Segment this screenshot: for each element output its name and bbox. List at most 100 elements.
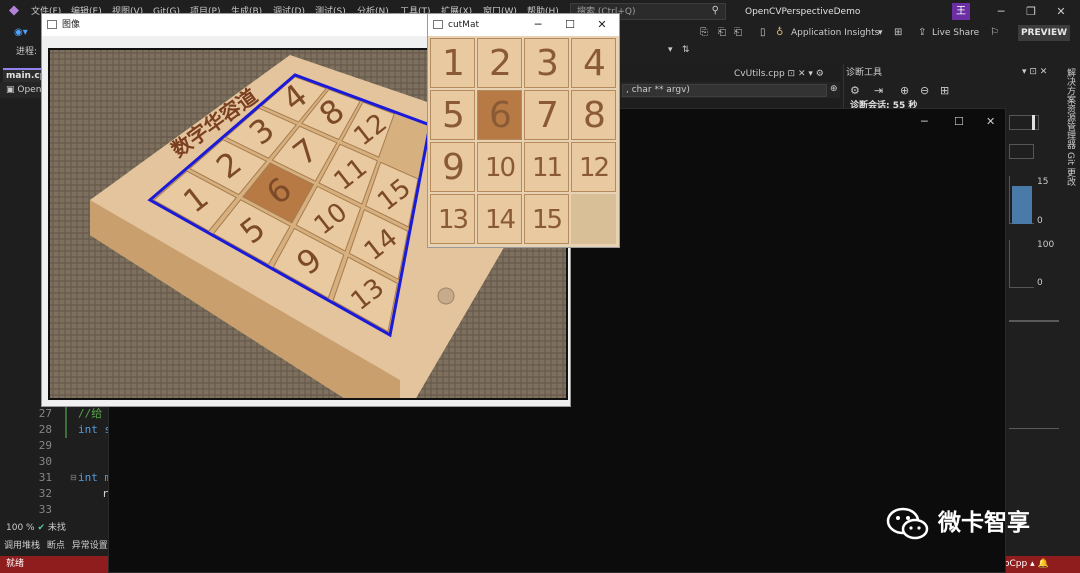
- watermark-text: 微卡智享: [938, 510, 1030, 536]
- settings-icon[interactable]: ⚙: [850, 84, 860, 97]
- tab-dropdown-icon[interactable]: ▾: [808, 69, 813, 79]
- split-icon[interactable]: ⊕: [830, 84, 838, 94]
- close-icon[interactable]: ✕: [986, 115, 995, 128]
- cutmat-tile: 5: [430, 90, 475, 140]
- restore-icon[interactable]: ❐: [1020, 3, 1042, 20]
- maximize-icon[interactable]: ☐: [558, 17, 582, 33]
- live-share-button[interactable]: Live Share: [932, 26, 979, 40]
- feedback-icon[interactable]: ⚐: [990, 26, 999, 40]
- solution-name: OpenCVPerspectiveDemo: [745, 7, 861, 17]
- line-number: 31: [38, 471, 52, 484]
- code-line: //给: [78, 407, 103, 420]
- tab-cvutils-cpp[interactable]: CvUtils.cpp ⊡ ✕ ▾ ⚙: [734, 68, 838, 82]
- editor-status: 100 % ✔ 未找: [0, 520, 110, 536]
- maximize-icon[interactable]: ☐: [954, 115, 964, 128]
- app-insights-button[interactable]: Application Insights: [791, 26, 879, 40]
- cutmat-tile: 12: [571, 142, 616, 192]
- project-dropdown[interactable]: ▣ Open: [6, 84, 41, 96]
- window-icon: [433, 20, 443, 29]
- bottom-tool-tabs: 调用堆栈 断点 异常设置: [0, 538, 110, 554]
- line-number: 32: [38, 487, 52, 500]
- divider: [1009, 428, 1059, 429]
- tab-label: CvUtils.cpp: [734, 69, 785, 79]
- toolbar-icon-a[interactable]: ⎗: [718, 26, 726, 40]
- divider: [1009, 320, 1059, 322]
- cutmat-window[interactable]: cutMat ─ ☐ ✕ 1 2 3 4 5 6 7 8 9 10 11 12 13 14 15: [427, 13, 620, 248]
- image-window-title: 图像: [62, 20, 81, 30]
- bookmark-icon[interactable]: ⎘: [700, 26, 708, 40]
- rail-solution-explorer[interactable]: 解决方案资源管理器: [1064, 68, 1076, 149]
- status-project[interactable]: oCpp ▴ 🔔: [1004, 558, 1049, 571]
- cutmat-tile: 4: [571, 38, 616, 88]
- thread-icon[interactable]: ⇅: [682, 45, 690, 55]
- code-line: int s: [78, 423, 112, 436]
- preview-badge[interactable]: PREVIEW: [1018, 25, 1070, 41]
- cutmat-grid: 1 2 3 4 5 6 7 8 9 10 11 12 13 14 15: [430, 38, 618, 246]
- project-dropdown-label: Open: [17, 85, 42, 95]
- toolbar-icon-c[interactable]: ▯: [760, 26, 766, 40]
- cutmat-tile: 8: [571, 90, 616, 140]
- mouse-cursor: [437, 287, 455, 305]
- member-dropdown[interactable]: , char ** argv): [622, 84, 827, 97]
- settings-icon[interactable]: ⚙: [816, 69, 824, 79]
- filter-box[interactable]: [1009, 144, 1034, 159]
- minimize-icon[interactable]: ─: [526, 17, 550, 33]
- cutmat-titlebar[interactable]: cutMat ─ ☐ ✕: [428, 14, 619, 36]
- reset-zoom-icon[interactable]: ⊞: [940, 84, 949, 97]
- line-number: 28: [38, 423, 52, 436]
- bell-icon[interactable]: 🔔: [1037, 559, 1048, 569]
- diagnostics-title: 诊断工具: [846, 68, 883, 78]
- tab-main-cpp[interactable]: main.cpp: [3, 68, 45, 82]
- cutmat-title: cutMat: [448, 20, 479, 30]
- zoom-level[interactable]: 100 %: [6, 523, 35, 533]
- cpu-chart: [1009, 240, 1034, 288]
- search-icon: ⚲: [711, 5, 719, 16]
- minimize-icon[interactable]: ─: [921, 115, 928, 128]
- lightbulb-icon[interactable]: ♁: [776, 26, 783, 40]
- collapse-icon[interactable]: ⊟: [70, 473, 77, 482]
- close-icon[interactable]: ✕: [1050, 3, 1072, 20]
- vs-logo-icon[interactable]: ⯁: [6, 4, 22, 20]
- live-share-icon[interactable]: ⇪: [918, 26, 926, 40]
- zoom-in-icon[interactable]: ⊕: [900, 84, 909, 97]
- tab-breakpoints[interactable]: 断点: [47, 541, 65, 551]
- cpu-max-label: 100: [1037, 240, 1055, 250]
- cutmat-tile: 14: [477, 194, 522, 244]
- panel-options-icon[interactable]: ▾ ⊡ ✕: [1022, 67, 1047, 77]
- cutmat-tile: 1: [430, 38, 475, 88]
- avatar[interactable]: 王: [952, 3, 970, 20]
- zoom-out-icon[interactable]: ⊖: [920, 84, 929, 97]
- memory-max-label: 15: [1037, 177, 1049, 187]
- project-icon: ▣: [6, 85, 18, 95]
- export-icon[interactable]: ⇥: [874, 84, 883, 97]
- close-tab-icon[interactable]: ✕: [798, 69, 806, 79]
- timeline-cursor[interactable]: [1032, 115, 1035, 130]
- line-number: 33: [38, 503, 52, 516]
- toolbar-icon-d[interactable]: ⊞: [894, 26, 902, 40]
- change-marker: [65, 406, 67, 438]
- nav-back-icon[interactable]: ◉▾: [14, 26, 28, 40]
- cutmat-tile: 11: [524, 142, 569, 192]
- line-number: 30: [38, 455, 52, 468]
- memory-min-label: 0: [1037, 216, 1043, 226]
- tab-exception-settings[interactable]: 异常设置: [72, 541, 108, 551]
- pin-icon[interactable]: ⊡: [788, 69, 796, 79]
- toolbar-icon-b[interactable]: ⎗: [734, 26, 742, 40]
- side-rail: 解决方案资源管理器 Git 更改: [1061, 64, 1080, 539]
- rail-git-changes[interactable]: Git 更改: [1064, 152, 1076, 186]
- line-number: 29: [38, 439, 52, 452]
- tab-call-stack[interactable]: 调用堆栈: [4, 541, 40, 551]
- cutmat-tile: 9: [430, 142, 475, 192]
- issues-status[interactable]: 未找: [48, 523, 66, 533]
- minimize-icon[interactable]: ─: [990, 3, 1012, 20]
- chevron-down-icon[interactable]: ▾: [878, 26, 883, 40]
- wechat-icon: [886, 507, 929, 540]
- process-label: 进程:: [16, 47, 38, 57]
- dropdown-chevron-icon[interactable]: ▾: [668, 45, 673, 55]
- status-ready: 就绪: [6, 559, 25, 569]
- cutmat-tile: 3: [524, 38, 569, 88]
- close-icon[interactable]: ✕: [590, 17, 614, 33]
- check-icon: ✔: [37, 523, 48, 533]
- cpu-min-label: 0: [1037, 278, 1043, 288]
- line-number: 27: [38, 407, 52, 420]
